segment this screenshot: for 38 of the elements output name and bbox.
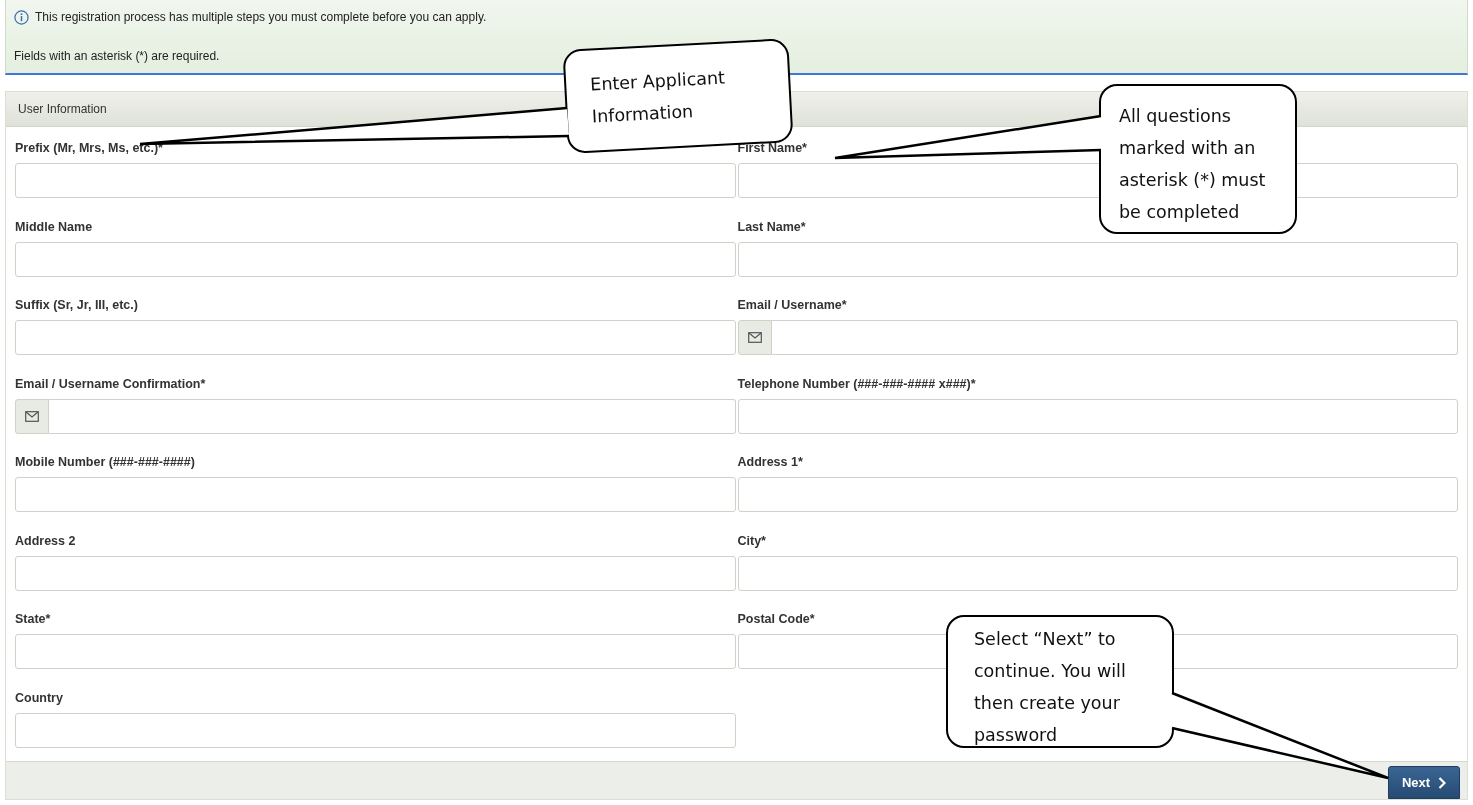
text-input[interactable] xyxy=(15,712,736,748)
field-label: Suffix (Sr, Jr, III, etc.) xyxy=(15,298,138,312)
field-label: Prefix (Mr, Mrs, Ms, etc.)* xyxy=(15,141,163,155)
field-label: Country xyxy=(15,690,63,705)
text-input[interactable] xyxy=(15,241,736,277)
field-label: Postal Code* xyxy=(737,612,815,626)
text-input[interactable] xyxy=(15,555,736,591)
email-input[interactable] xyxy=(49,398,736,434)
text-input[interactable] xyxy=(737,241,1458,277)
text-input[interactable] xyxy=(15,163,736,198)
banner-text: Fields with an asterisk (*) are required. xyxy=(14,49,220,63)
text-input[interactable] xyxy=(737,555,1458,591)
panel-title: User Information xyxy=(18,102,107,116)
email-input[interactable] xyxy=(771,320,1458,355)
field-label: Last Name* xyxy=(737,219,806,234)
envelope-icon xyxy=(25,410,39,422)
text-input[interactable] xyxy=(737,398,1458,434)
info-icon xyxy=(14,9,29,25)
text-input[interactable] xyxy=(15,477,736,512)
text-input[interactable] xyxy=(15,634,736,669)
field-label: Address 2 xyxy=(15,533,76,548)
field-label: Email / Username* xyxy=(737,298,847,312)
field-label: State* xyxy=(15,612,51,626)
field-label: City* xyxy=(737,533,766,548)
next-button[interactable]: Next xyxy=(1388,766,1460,799)
field-label: Telephone Number (###-###-#### x###)* xyxy=(737,376,976,391)
callout-text: All questions marked with an asterisk (*) must be completed xyxy=(1119,105,1267,224)
field-label: Email / Username Confirmation* xyxy=(15,376,206,391)
field-label: Address 1* xyxy=(737,455,803,469)
text-input[interactable] xyxy=(15,320,736,355)
banner-text: This registration process has multiple steps you must complete before you can apply. xyxy=(35,10,487,24)
text-input[interactable] xyxy=(737,477,1458,512)
field-label: Middle Name xyxy=(15,219,93,234)
callout-text: Enter Applicant Information xyxy=(589,66,727,129)
callout-text: Select “Next” to continue. You will then create your password xyxy=(974,628,1127,747)
envelope-icon xyxy=(747,332,762,343)
chevron-right-icon xyxy=(1438,776,1447,789)
field-label: Mobile Number (###-###-####) xyxy=(15,455,195,469)
